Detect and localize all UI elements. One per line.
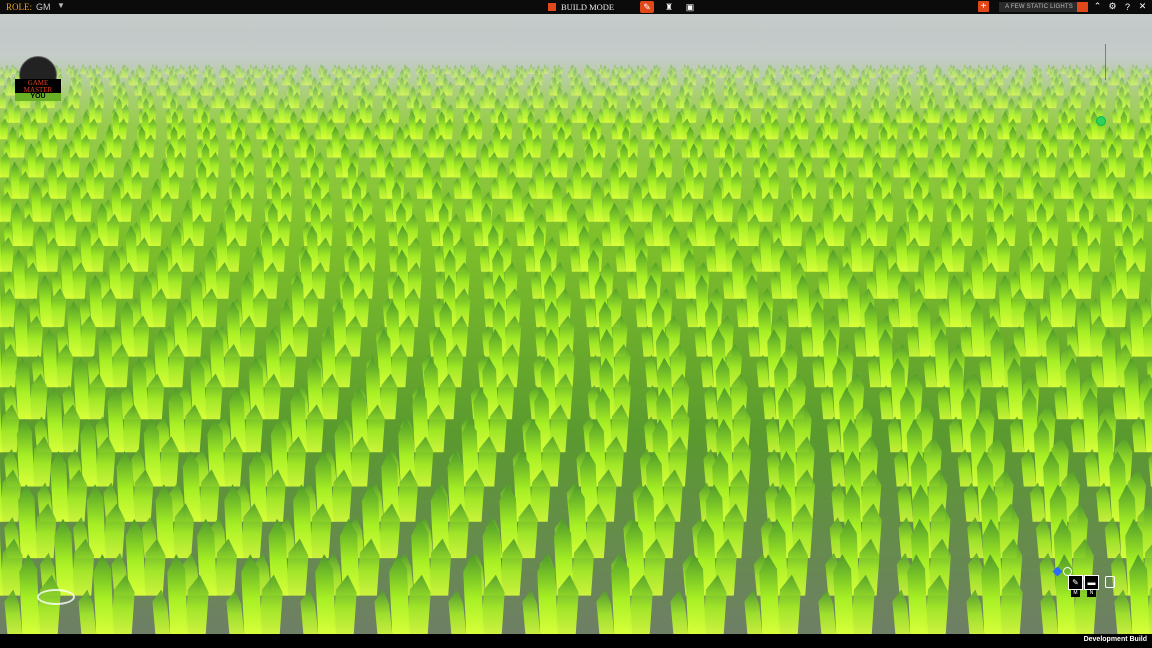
role-label: ROLE:	[6, 2, 32, 12]
draw-tool-key: M	[1071, 590, 1080, 597]
status-bar: Development Build	[0, 634, 1152, 648]
crystal	[390, 126, 413, 158]
build-tool-pencil-icon[interactable]: ✎	[640, 1, 654, 13]
location-marker-icon[interactable]	[1096, 116, 1106, 126]
draw-tool-button[interactable]: ✎	[1068, 575, 1083, 590]
avatar-you-badge: YOU	[15, 93, 61, 101]
add-button[interactable]: +	[978, 1, 989, 12]
top-toolbar: ROLE: GM ▼ BUILD MODE ✎ ♜ ▣ + A FEW STAT…	[0, 0, 1152, 14]
game-viewport[interactable]	[0, 14, 1152, 634]
gear-icon[interactable]: ⚙	[1107, 1, 1118, 12]
chevron-down-icon[interactable]: ▼	[57, 1, 65, 10]
build-mode-indicator[interactable]: BUILD MODE	[548, 2, 614, 12]
close-icon[interactable]: ✕	[1137, 1, 1148, 12]
selection-ring	[37, 589, 75, 605]
divider	[1105, 44, 1106, 80]
avatar-role-label: GAME MASTER	[15, 79, 61, 94]
lighting-dropdown-toggle[interactable]	[1077, 1, 1088, 12]
play-mode-piece-icon[interactable]: ♜	[662, 1, 676, 13]
lighting-dropdown[interactable]: A FEW STATIC LIGHTS	[999, 1, 1077, 12]
chevron-up-icon[interactable]: ⌃	[1092, 1, 1103, 12]
build-mode-label: BUILD MODE	[561, 2, 615, 12]
snap-icon[interactable]	[1052, 566, 1063, 577]
line-tool-button[interactable]: ▬	[1084, 575, 1099, 590]
crystal	[596, 554, 653, 634]
build-tools: ✎ M ▬ N	[1052, 566, 1132, 602]
help-icon[interactable]: ?	[1122, 2, 1133, 12]
erase-icon[interactable]	[1105, 576, 1115, 588]
build-mode-icon	[548, 3, 556, 11]
line-tool-key: N	[1087, 590, 1096, 597]
fog-overlay	[0, 14, 1152, 124]
player-avatar[interactable]: GAME MASTER YOU	[15, 55, 61, 101]
role-selector[interactable]: GM	[36, 2, 51, 12]
crystal-field	[0, 14, 1152, 634]
cinematic-mode-film-icon[interactable]: ▣	[683, 1, 697, 13]
development-build-label: Development Build	[1083, 636, 1147, 643]
top-right-controls: + A FEW STATIC LIGHTS ⌃ ⚙ ? ✕	[978, 1, 1148, 12]
